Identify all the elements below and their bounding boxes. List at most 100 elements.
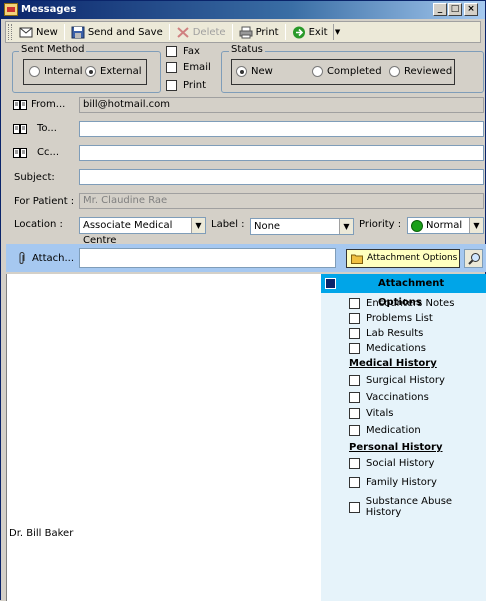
address-book-icon[interactable]: [13, 124, 27, 134]
toolbar-overflow-dropdown[interactable]: ▼: [332, 24, 342, 40]
priority-dropdown[interactable]: Normal ▼: [407, 217, 484, 234]
radio-dot: [389, 66, 400, 77]
email-checkbox[interactable]: Email: [166, 62, 211, 73]
checkbox-box: [349, 501, 360, 513]
cc-label[interactable]: Cc...: [37, 147, 59, 158]
title-bar[interactable]: Messages: [1, 1, 485, 19]
status-completed-radio[interactable]: Completed: [312, 66, 382, 77]
status-new-radio[interactable]: New: [236, 66, 273, 77]
surgical-history-label: Surgical History: [366, 375, 445, 386]
toolbar: New Send and Save Delete Print Exit ▼: [5, 21, 481, 43]
vaccinations-checkbox[interactable]: Vaccinations: [349, 392, 429, 403]
maximize-button[interactable]: □: [448, 3, 462, 16]
checkbox-box: [349, 298, 360, 309]
signature-text: Dr. Bill Baker: [9, 528, 74, 539]
chevron-down-icon[interactable]: ▼: [469, 218, 483, 233]
priority-indicator-icon: [411, 220, 423, 232]
window-title: Messages: [21, 4, 77, 15]
location-label: Location :: [14, 219, 63, 230]
checkbox-box: [349, 328, 360, 339]
encounters-notes-checkbox[interactable]: Encounters Notes: [349, 298, 454, 309]
from-field[interactable]: bill@hotmail.com: [79, 97, 484, 113]
radio-dot: [29, 66, 40, 77]
exit-icon: [292, 26, 305, 38]
medication-label: Medication: [366, 425, 421, 436]
toolbar-separator: [284, 24, 286, 40]
app-icon: [4, 3, 18, 16]
fax-checkbox[interactable]: Fax: [166, 46, 200, 57]
printer-icon: [239, 26, 253, 38]
chevron-down-icon[interactable]: ▼: [191, 218, 205, 233]
to-label[interactable]: To...: [37, 123, 57, 134]
family-history-label: Family History: [366, 477, 437, 488]
toolbar-grip[interactable]: [8, 24, 12, 40]
location-value: Associate Medical Centre: [83, 220, 173, 246]
toolbar-separator: [168, 24, 170, 40]
chevron-down-icon[interactable]: ▼: [339, 219, 353, 234]
search-button[interactable]: [464, 249, 483, 268]
location-dropdown[interactable]: Associate Medical Centre ▼: [79, 217, 206, 246]
close-button[interactable]: ×: [464, 3, 478, 16]
save-icon: [71, 26, 85, 38]
checkbox-box: [349, 477, 360, 488]
vitals-label: Vitals: [366, 408, 394, 419]
medications-checkbox[interactable]: Medications: [349, 343, 426, 354]
email-label: Email: [183, 62, 211, 73]
substance-abuse-history-checkbox[interactable]: Substance Abuse History: [349, 496, 486, 518]
checkbox-box: [349, 375, 360, 386]
surgical-history-checkbox[interactable]: Surgical History: [349, 375, 445, 386]
address-book-icon[interactable]: [13, 100, 27, 110]
family-history-checkbox[interactable]: Family History: [349, 477, 437, 488]
print-button[interactable]: Print: [235, 23, 283, 41]
radio-dot: [85, 66, 96, 77]
panel-header: Attachment Options: [321, 274, 486, 308]
medications-label: Medications: [366, 343, 426, 354]
folder-icon: [351, 254, 363, 264]
label-dropdown[interactable]: None ▼: [250, 218, 354, 235]
problems-list-checkbox[interactable]: Problems List: [349, 313, 433, 324]
cc-field[interactable]: [79, 145, 484, 161]
status-reviewed-radio[interactable]: Reviewed: [389, 66, 452, 77]
delete-button[interactable]: Delete: [172, 23, 230, 41]
new-button[interactable]: New: [15, 23, 62, 41]
attachment-options-label: Attachment Options: [367, 253, 458, 263]
attach-label[interactable]: Attach...: [32, 253, 74, 264]
attachment-options-button[interactable]: Attachment Options: [346, 249, 460, 268]
paperclip-icon: [19, 252, 25, 264]
lab-results-checkbox[interactable]: Lab Results: [349, 328, 423, 339]
subject-label: Subject:: [14, 172, 55, 183]
new-label: New: [36, 26, 58, 38]
sent-method-external-radio[interactable]: External: [85, 66, 142, 77]
pin-icon[interactable]: [325, 278, 336, 289]
checkbox-box: [166, 62, 177, 73]
checkbox-box: [349, 392, 360, 403]
print-checkbox[interactable]: Print: [166, 80, 206, 91]
minimize-button[interactable]: _: [433, 3, 447, 16]
to-field[interactable]: [79, 121, 484, 137]
checkbox-box: [349, 313, 360, 324]
new-status-label: New: [251, 66, 273, 77]
sent-method-legend: Sent Method: [19, 44, 87, 55]
radio-dot: [236, 66, 247, 77]
priority-value: Normal: [426, 220, 463, 231]
checkbox-box: [166, 80, 177, 91]
print-label: Print: [183, 80, 207, 91]
send-and-save-button[interactable]: Send and Save: [67, 23, 167, 41]
lab-results-label: Lab Results: [366, 328, 424, 339]
messages-window: Messages _ □ × New Send and Save Delete …: [0, 0, 486, 601]
message-body-editor[interactable]: Dr. Bill Baker: [6, 274, 321, 601]
from-label[interactable]: From...: [31, 99, 65, 110]
substance-abuse-history-label: Substance Abuse History: [365, 496, 453, 518]
checkbox-box: [349, 458, 360, 469]
vitals-checkbox[interactable]: Vitals: [349, 408, 393, 419]
medication-checkbox[interactable]: Medication: [349, 425, 421, 436]
sent-method-internal-radio[interactable]: Internal: [29, 66, 83, 77]
address-book-icon[interactable]: [13, 148, 27, 158]
completed-label: Completed: [327, 66, 382, 77]
exit-button[interactable]: Exit: [288, 23, 332, 41]
subject-field[interactable]: [79, 169, 484, 185]
attach-field[interactable]: [79, 248, 336, 268]
social-history-label: Social History: [366, 458, 435, 469]
social-history-checkbox[interactable]: Social History: [349, 458, 434, 469]
label-label: Label :: [211, 219, 245, 230]
